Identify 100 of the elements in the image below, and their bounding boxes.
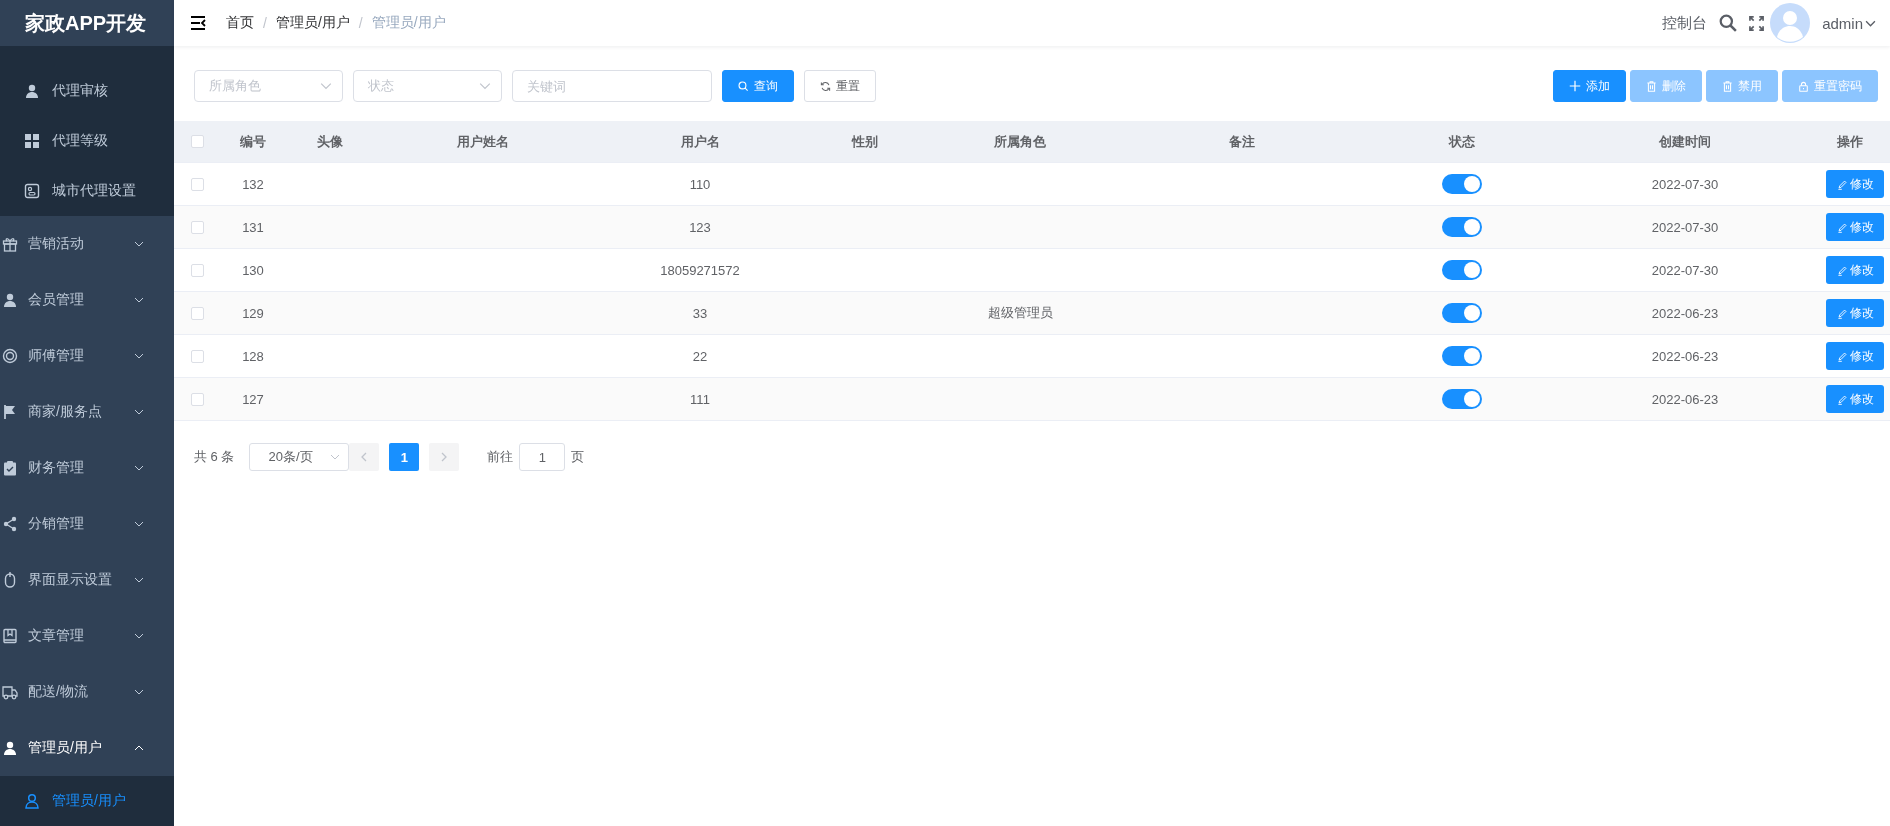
table-cell: 2022-06-23	[1651, 305, 1719, 321]
column-header: 状态	[1449, 132, 1475, 151]
table-cell: 2022-07-30	[1651, 176, 1719, 192]
status-switch[interactable]	[1442, 260, 1482, 280]
table-cell: 2022-07-30	[1651, 219, 1719, 235]
chevron-icon	[330, 452, 341, 462]
sidebar-item[interactable]: 代理等级	[0, 116, 174, 166]
sidebar-item[interactable]: 管理员/用户	[0, 776, 174, 826]
sidebar-group[interactable]: 财务管理	[0, 440, 174, 496]
table-cell: 22	[692, 348, 708, 364]
sidebar-group[interactable]: 界面显示设置	[0, 552, 174, 608]
sidebar-group[interactable]: 营销活动	[0, 216, 174, 272]
user-icon	[24, 83, 40, 99]
table-cell: 33	[692, 305, 708, 321]
table-cell: 128	[242, 348, 264, 364]
gift-icon	[2, 236, 18, 252]
sidebar-group-label: 商家/服务点	[28, 403, 103, 421]
sidebar-group-label: 财务管理	[28, 459, 85, 477]
sidebar-group[interactable]: 师傅管理	[0, 328, 174, 384]
refresh-icon	[820, 80, 831, 92]
avatar-icon	[1770, 3, 1811, 43]
row-checkbox[interactable]	[190, 349, 204, 363]
reset-button[interactable]: 重置	[804, 70, 876, 102]
pencil-icon	[1836, 393, 1848, 405]
breadcrumb-item[interactable]: 首页	[226, 14, 254, 32]
column-header: 操作	[1837, 132, 1863, 151]
fullscreen-icon[interactable]	[1749, 15, 1765, 31]
pencil-icon	[1836, 264, 1848, 276]
column-header: 创建时间	[1659, 132, 1711, 151]
table-cell: 127	[242, 391, 264, 407]
table-cell: 129	[242, 305, 264, 321]
total-count: 共 6 条	[194, 448, 235, 466]
table-cell: 130	[242, 262, 264, 278]
table-cell: 2022-06-23	[1651, 391, 1719, 407]
pencil-icon	[1836, 307, 1848, 319]
page-size-select[interactable]: 20条/页	[249, 443, 350, 471]
status-switch[interactable]	[1442, 174, 1482, 194]
user-icon	[24, 793, 40, 809]
search-icon[interactable]	[1719, 14, 1738, 32]
table-cell: 131	[242, 219, 264, 235]
mouse-icon	[2, 572, 18, 588]
sidebar-item[interactable]: 城市代理设置	[0, 166, 174, 216]
share-icon	[2, 516, 18, 532]
pencil-icon	[1836, 221, 1848, 233]
row-checkbox[interactable]	[190, 220, 204, 234]
status-switch[interactable]	[1442, 389, 1482, 409]
sidebar-group[interactable]: 商家/服务点	[0, 384, 174, 440]
trash-icon	[1722, 80, 1733, 92]
status-switch[interactable]	[1442, 346, 1482, 366]
sidebar-group[interactable]: 文章管理	[0, 608, 174, 664]
lock-icon	[1798, 80, 1809, 92]
sidebar-group[interactable]: 会员管理	[0, 272, 174, 328]
sidebar-group-label: 分销管理	[28, 515, 85, 533]
row-checkbox[interactable]	[190, 177, 204, 191]
sidebar-group-label: 会员管理	[28, 291, 85, 309]
table-cell: 2022-06-23	[1651, 348, 1719, 364]
sidebar-item[interactable]: 代理审核	[0, 66, 174, 116]
status-switch[interactable]	[1442, 303, 1482, 323]
menu-icon[interactable]	[190, 15, 206, 31]
column-header: 头像	[317, 132, 343, 151]
breadcrumb-item[interactable]: 管理员/用户	[275, 14, 350, 32]
sidebar-group[interactable]: 管理员/用户	[0, 720, 174, 776]
grid-icon	[24, 133, 40, 149]
column-header: 备注	[1229, 132, 1255, 151]
column-header: 用户姓名	[457, 132, 509, 151]
select-all-checkbox[interactable]	[190, 135, 204, 148]
console-link[interactable]: 控制台	[1662, 13, 1708, 33]
keyword-field[interactable]: 关键词	[512, 70, 712, 102]
user-icon	[2, 292, 18, 308]
breadcrumb-separator: /	[263, 15, 267, 31]
table-cell: 110	[689, 176, 711, 192]
chevron-icon	[479, 80, 491, 92]
sidebar-group-label: 文章管理	[28, 627, 85, 645]
column-header: 性别	[852, 132, 878, 151]
flag-icon	[2, 404, 18, 420]
column-header: 用户名	[680, 132, 720, 151]
user-icon	[2, 740, 18, 756]
plus-icon	[1569, 80, 1581, 92]
column-header: 编号	[240, 132, 266, 151]
sidebar-group-label: 师傅管理	[28, 347, 85, 365]
table-cell: 111	[690, 391, 710, 407]
row-checkbox[interactable]	[190, 392, 204, 406]
sidebar-group[interactable]: 分销管理	[0, 496, 174, 552]
pencil-icon	[1836, 350, 1848, 362]
goto-page-field[interactable]: 1	[519, 443, 566, 471]
user-menu[interactable]: admin	[1822, 14, 1876, 32]
row-checkbox[interactable]	[190, 306, 204, 320]
row-checkbox[interactable]	[190, 263, 204, 277]
status-switch[interactable]	[1442, 217, 1482, 237]
goto-label: 前往	[487, 448, 514, 466]
sidebar-group[interactable]: 配送/物流	[0, 664, 174, 720]
lifebuoy-icon	[2, 348, 18, 364]
id-card-icon	[24, 183, 40, 199]
search-icon	[738, 80, 749, 92]
breadcrumb-separator: /	[358, 15, 363, 31]
breadcrumb-item: 管理员/用户	[371, 14, 446, 32]
book-icon	[2, 628, 18, 644]
chevron-icon	[320, 80, 332, 92]
sidebar-group-label: 营销活动	[28, 235, 85, 253]
page-suffix: 页	[571, 448, 585, 466]
